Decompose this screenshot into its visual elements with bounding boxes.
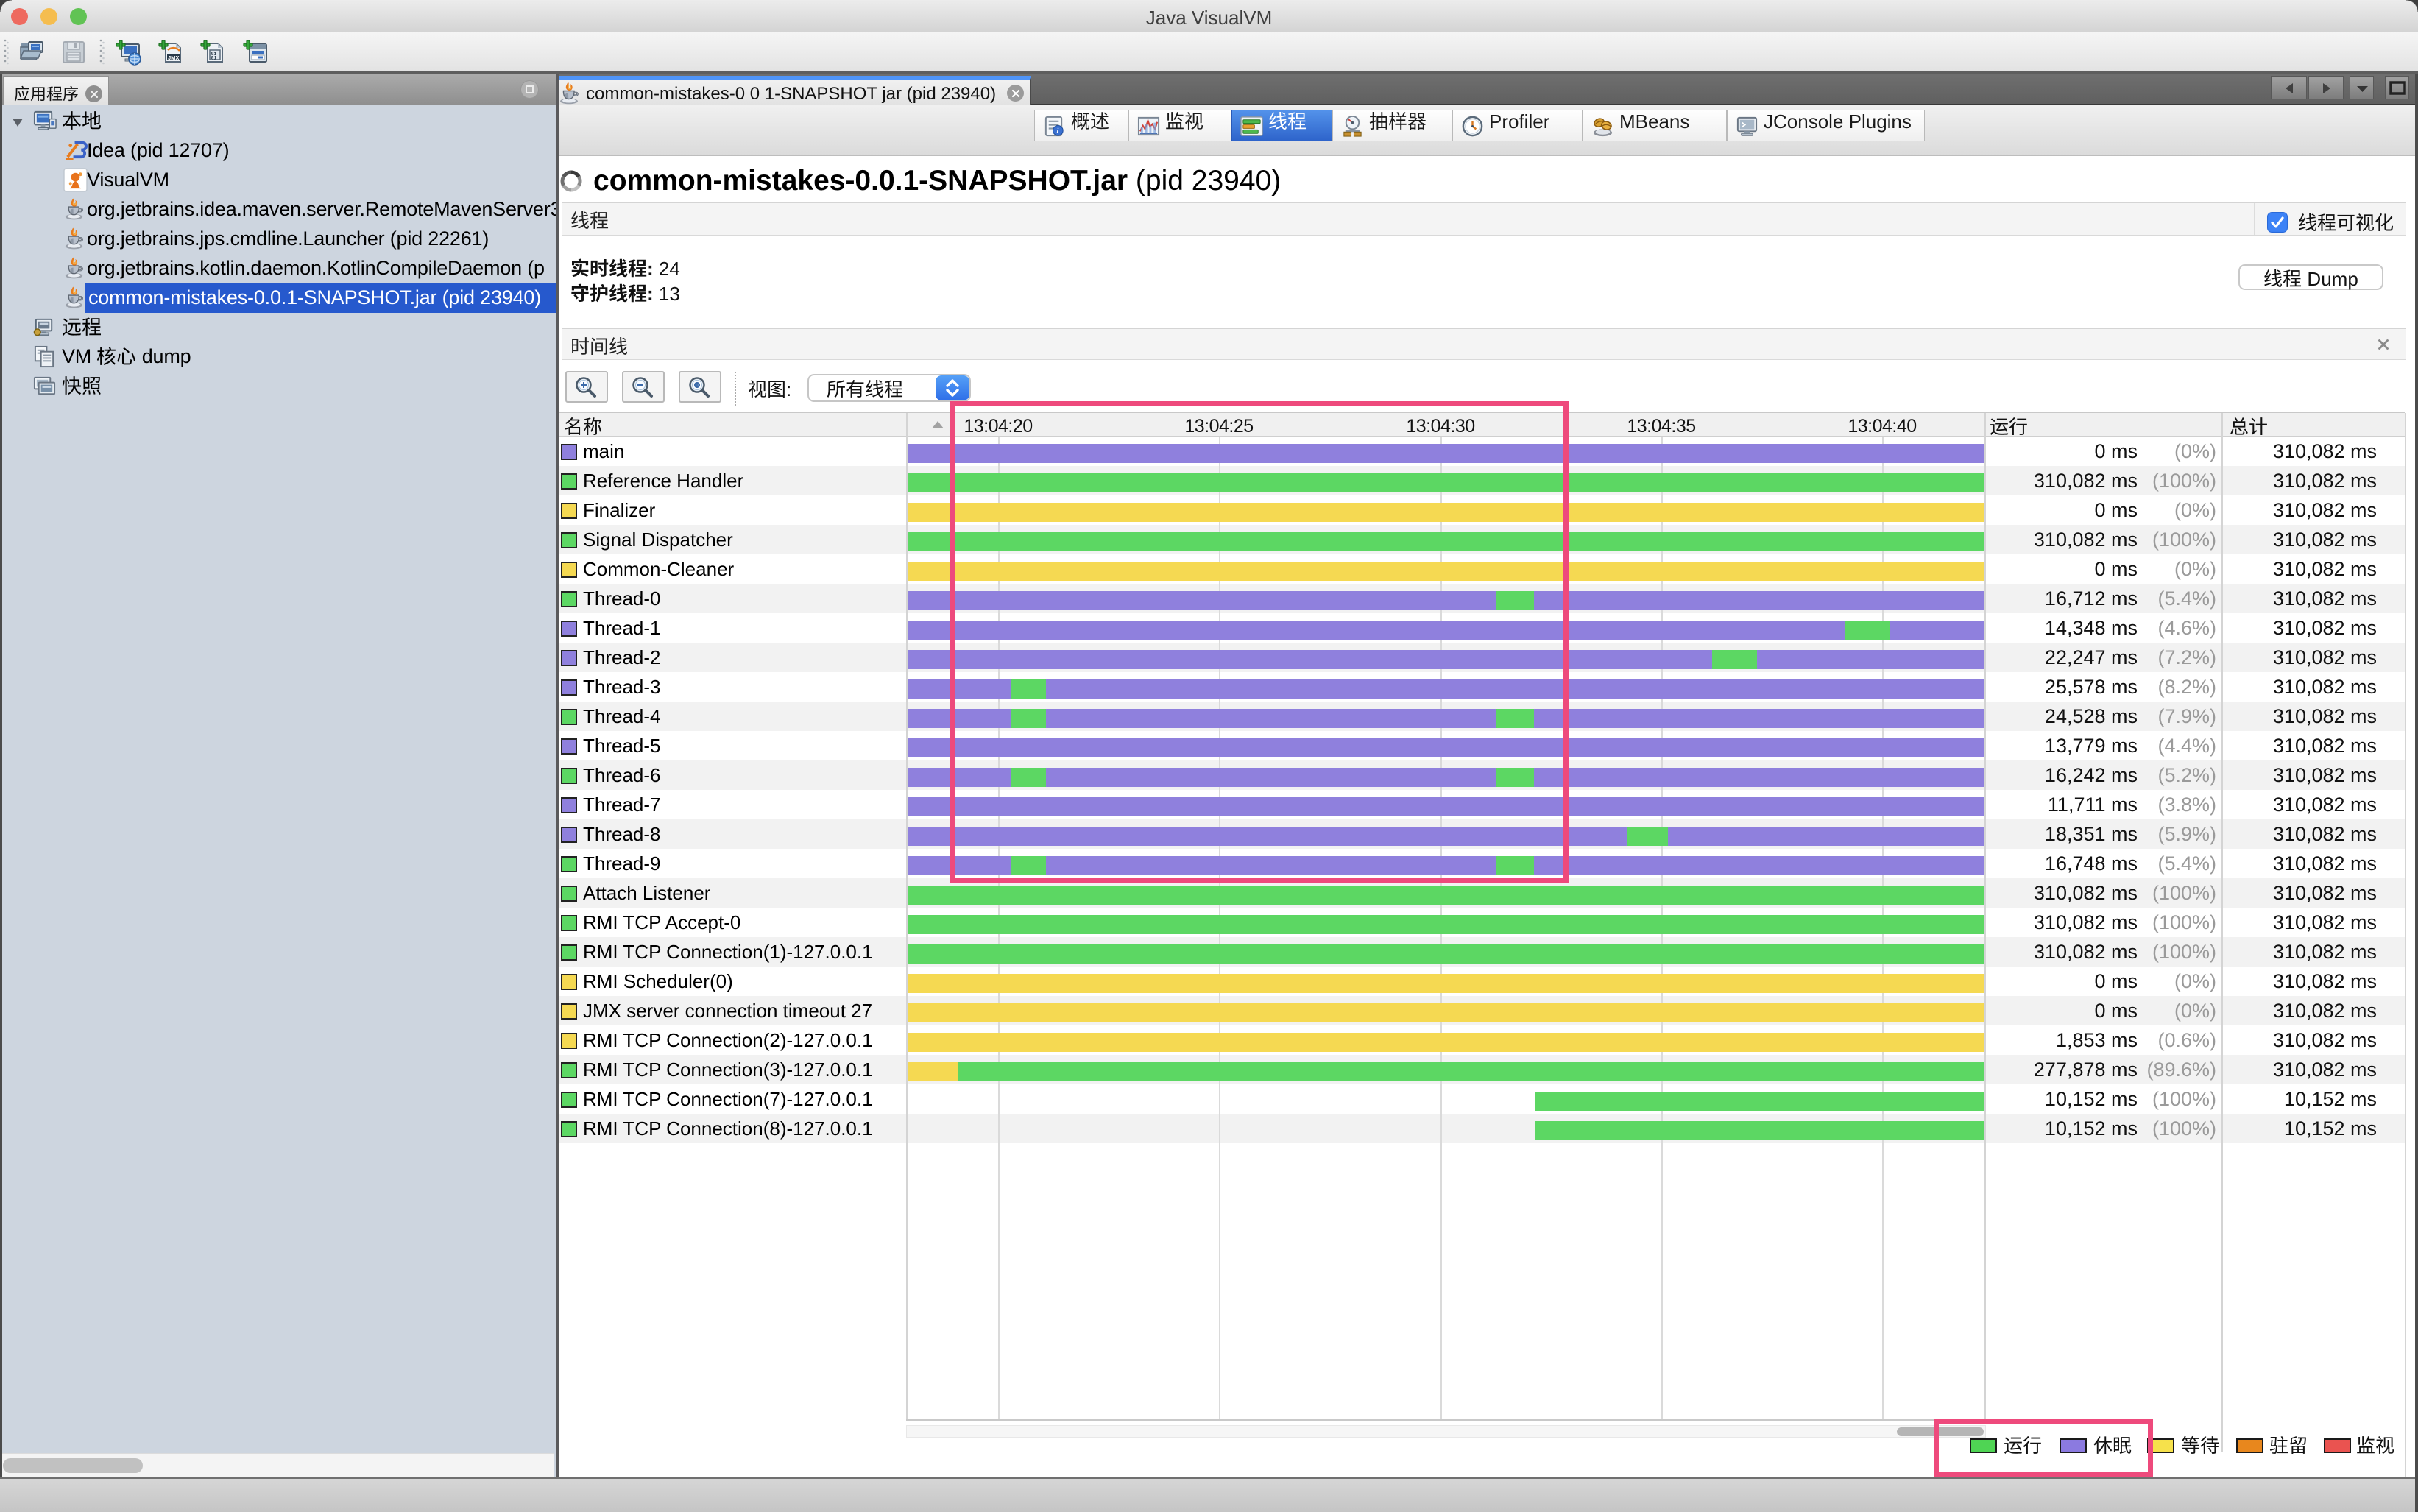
- svg-text:JMX: JMX: [168, 54, 179, 61]
- svg-text:i: i: [1056, 127, 1058, 135]
- svg-text:01: 01: [211, 56, 217, 61]
